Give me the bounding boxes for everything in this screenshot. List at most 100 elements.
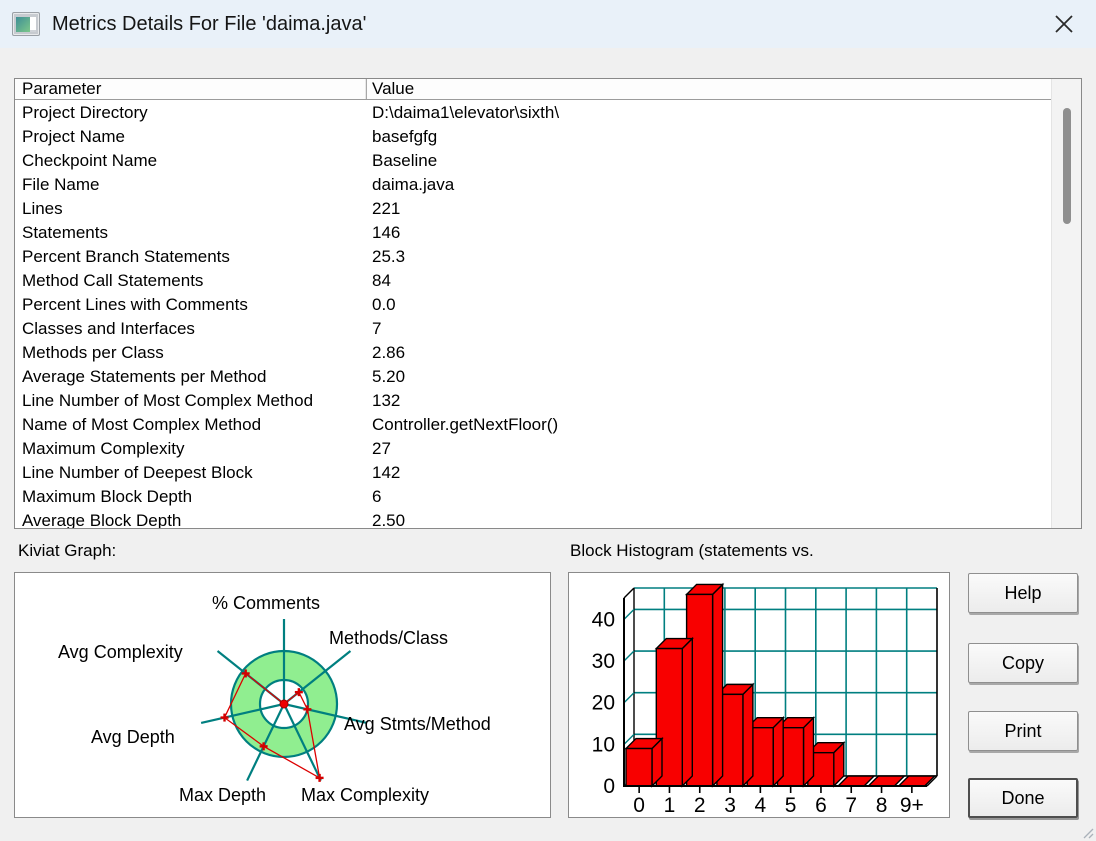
- cell-parameter: Method Call Statements: [22, 271, 204, 290]
- kiviat-graph-panel: % Comments Methods/Class Avg Stmts/Method M…: [14, 572, 551, 818]
- close-button[interactable]: [1044, 6, 1084, 42]
- cell-parameter: Percent Lines with Comments: [22, 295, 248, 314]
- svg-text:Avg Depth: Avg Depth: [91, 727, 175, 747]
- column-header-value[interactable]: Value: [366, 79, 1051, 99]
- cell-parameter: Methods per Class: [22, 343, 164, 362]
- app-icon-pane: [16, 17, 31, 32]
- cell-value: 2.50: [372, 511, 406, 529]
- table-row[interactable]: Project Directory D:\daima1\elevator\sixt…: [15, 101, 1051, 125]
- block-histogram-panel: 0 10 20 30 40 0 1 2 3 4 5 6 7 8 9+: [568, 572, 950, 818]
- histogram-section-label: Block Histogram (statements vs.: [570, 541, 814, 560]
- table-row[interactable]: Classes and Interfaces 7: [15, 317, 1051, 341]
- table-rows: Project Directory D:\daima1\elevator\sixt…: [15, 101, 1051, 529]
- svg-text:5: 5: [785, 794, 797, 817]
- table-row[interactable]: Methods per Class 2.86: [15, 341, 1051, 365]
- svg-text:1: 1: [664, 794, 676, 817]
- cell-parameter: Maximum Block Depth: [22, 487, 193, 506]
- svg-text:40: 40: [592, 608, 615, 631]
- cell-parameter: Lines: [22, 199, 63, 218]
- table-row[interactable]: File Name daima.java: [15, 173, 1051, 197]
- cell-value: daima.java: [372, 175, 455, 194]
- table-row[interactable]: Name of Most Complex Method Controller.ge…: [15, 413, 1051, 437]
- kiviat-section-label: Kiviat Graph:: [18, 541, 117, 560]
- cell-parameter: File Name: [22, 175, 100, 194]
- cell-parameter: Line Number of Most Complex Method: [22, 391, 314, 410]
- table-row[interactable]: Percent Lines with Comments 0.0: [15, 293, 1051, 317]
- cell-value: Baseline: [372, 151, 438, 170]
- metrics-dialog: { "window": { "title": "Metrics Details …: [0, 0, 1096, 841]
- title-bar: Metrics Details For File 'daima.java': [0, 0, 1096, 48]
- svg-text:20: 20: [592, 692, 615, 715]
- table-row[interactable]: Percent Branch Statements 25.3: [15, 245, 1051, 269]
- svg-text:2: 2: [694, 794, 706, 817]
- svg-text:8: 8: [876, 794, 888, 817]
- svg-text:0: 0: [603, 775, 615, 798]
- table-row[interactable]: Project Name basefgfg: [15, 125, 1051, 149]
- vertical-scrollbar[interactable]: [1051, 79, 1081, 528]
- cell-value: 25.3: [372, 247, 406, 266]
- svg-text:10: 10: [592, 733, 615, 756]
- cell-parameter: Average Statements per Method: [22, 367, 267, 386]
- cell-parameter: Name of Most Complex Method: [22, 415, 262, 434]
- svg-text:4: 4: [755, 794, 767, 817]
- resize-grip[interactable]: [1082, 827, 1094, 839]
- svg-text:9+: 9+: [900, 794, 924, 817]
- table-row[interactable]: Average Statements per Method 5.20: [15, 365, 1051, 389]
- kiviat-radar-chart: % Comments Methods/Class Avg Stmts/Method M…: [58, 593, 491, 805]
- table-row[interactable]: Maximum Complexity 27: [15, 437, 1051, 461]
- cell-parameter: Average Block Depth: [22, 511, 182, 529]
- table-row[interactable]: Method Call Statements 84: [15, 269, 1051, 293]
- svg-text:Avg Stmts/Method: Avg Stmts/Method: [344, 714, 491, 734]
- table-header: Parameter Value: [15, 79, 1051, 100]
- app-icon-strip: [30, 17, 36, 32]
- svg-text:7: 7: [845, 794, 857, 817]
- svg-text:6: 6: [815, 794, 827, 817]
- help-button[interactable]: Help: [968, 573, 1078, 613]
- svg-text:Max Depth: Max Depth: [179, 785, 266, 805]
- cell-parameter: Line Number of Deepest Block: [22, 463, 253, 482]
- svg-text:% Comments: % Comments: [212, 593, 320, 613]
- svg-text:Avg Complexity: Avg Complexity: [58, 642, 183, 662]
- cell-parameter: Statements: [22, 223, 108, 242]
- svg-text:Max Complexity: Max Complexity: [301, 785, 429, 805]
- cell-value: Controller.getNextFloor(): [372, 415, 559, 434]
- cell-value: 7: [372, 319, 382, 338]
- block-histogram-chart: 0102030400 1 2 3 4 5 6 7 8 9+: [592, 582, 938, 817]
- table-row[interactable]: Maximum Block Depth 6: [15, 485, 1051, 509]
- table-row[interactable]: Average Block Depth 2.50: [15, 509, 1051, 529]
- scrollbar-thumb[interactable]: [1063, 108, 1071, 224]
- cell-value: 2.86: [372, 343, 406, 362]
- svg-text:0: 0: [633, 794, 645, 817]
- table-row[interactable]: Line Number of Deepest Block 142: [15, 461, 1051, 485]
- svg-text:3: 3: [724, 794, 736, 817]
- cell-value: 6: [372, 487, 382, 506]
- column-header-parameter[interactable]: Parameter: [15, 79, 366, 99]
- cell-value: 142: [372, 463, 401, 482]
- table-row[interactable]: Checkpoint Name Baseline: [15, 149, 1051, 173]
- copy-button[interactable]: Copy: [968, 643, 1078, 683]
- cell-parameter: Percent Branch Statements: [22, 247, 230, 266]
- table-row[interactable]: Lines 221: [15, 197, 1051, 221]
- cell-value: basefgfg: [372, 127, 438, 146]
- svg-text:30: 30: [592, 650, 615, 673]
- cell-value: 5.20: [372, 367, 406, 386]
- cell-value: 0.0: [372, 295, 396, 314]
- cell-parameter: Classes and Interfaces: [22, 319, 195, 338]
- cell-value: D:\daima1\elevator\sixth\: [372, 103, 560, 122]
- cell-parameter: Project Directory: [22, 103, 148, 122]
- cell-parameter: Project Name: [22, 127, 125, 146]
- cell-value: 84: [372, 271, 391, 290]
- cell-parameter: Maximum Complexity: [22, 439, 185, 458]
- svg-text:Methods/Class: Methods/Class: [329, 628, 448, 648]
- window-title: Metrics Details For File 'daima.java': [52, 12, 367, 35]
- close-icon: [1055, 15, 1073, 33]
- metrics-table: Parameter Value Project Directory D:\daim…: [14, 78, 1082, 529]
- app-icon: [12, 12, 40, 36]
- cell-value: 146: [372, 223, 401, 242]
- done-button[interactable]: Done: [968, 778, 1078, 818]
- table-row[interactable]: Statements 146: [15, 221, 1051, 245]
- cell-value: 221: [372, 199, 401, 218]
- cell-parameter: Checkpoint Name: [22, 151, 158, 170]
- print-button[interactable]: Print: [968, 711, 1078, 751]
- table-row[interactable]: Line Number of Most Complex Method 132: [15, 389, 1051, 413]
